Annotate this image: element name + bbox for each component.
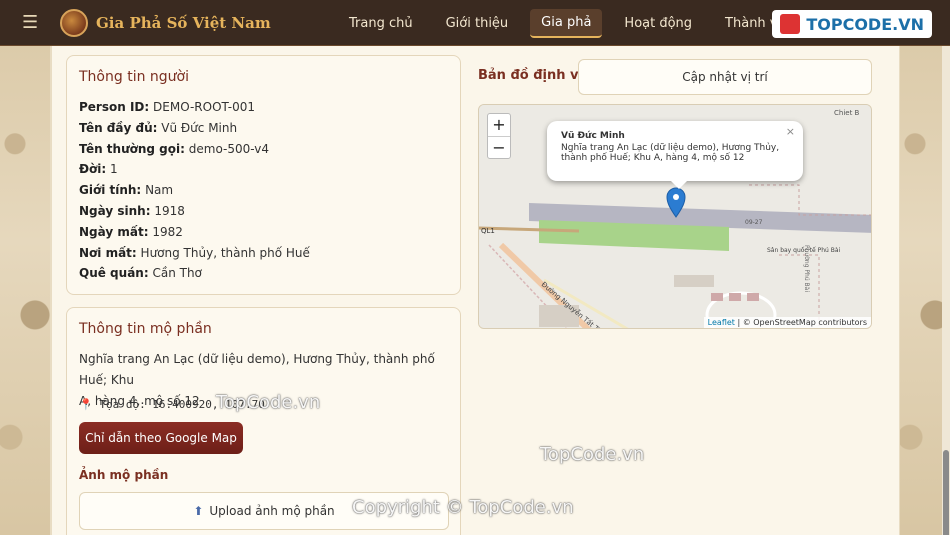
- person-info-card: Thông tin người Person ID: DEMO-ROOT-001…: [66, 55, 461, 295]
- label-corner: Chiet B: [834, 109, 860, 117]
- nav-family-tree[interactable]: Gia phả: [530, 8, 603, 38]
- person-info-list: Person ID: DEMO-ROOT-001 Tên đầy đủ: Vũ …: [79, 97, 310, 284]
- watermark-text-1: TopCode.vn: [216, 392, 321, 413]
- map-popup: × Vũ Đức Minh Nghĩa trang An Lạc (dữ liệ…: [547, 121, 803, 189]
- brand-title[interactable]: Gia Phả Số Việt Nam: [96, 14, 271, 32]
- watermark-logo-text: TOPCODE.VN: [806, 14, 924, 34]
- popup-close-icon[interactable]: ×: [786, 125, 795, 138]
- map-zoom-controls: + −: [487, 113, 511, 159]
- watermark-logo: TOPCODE.VN: [772, 10, 932, 38]
- update-location-button[interactable]: Cập nhật vị trí: [578, 59, 872, 95]
- person-info-title: Thông tin người: [79, 69, 189, 85]
- info-row-birth: Ngày sinh: 1918: [79, 203, 185, 218]
- grave-address-line1: Nghĩa trang An Lạc (dữ liệu demo), Hương…: [79, 352, 435, 387]
- page-scrollbar[interactable]: [942, 46, 950, 535]
- info-row-death-place: Nơi mất: Hương Thủy, thành phố Huế: [79, 245, 310, 260]
- decorative-pattern-left: [0, 46, 50, 535]
- hamburger-icon[interactable]: ☰: [22, 12, 50, 33]
- attribution-text: | © OpenStreetMap contributors: [734, 318, 867, 327]
- label-ql1: QL1: [481, 227, 495, 235]
- watermark-logo-icon: [780, 14, 801, 34]
- upload-icon: ⬆: [193, 504, 204, 518]
- info-row-gender: Giới tính: Nam: [79, 183, 174, 198]
- popup-line1: Nghĩa trang An Lạc (dữ liệu demo), Hương…: [561, 143, 780, 153]
- top-navigation-bar: ☰ Gia Phả Số Việt Nam Trang chủ Giới thi…: [0, 0, 950, 46]
- zoom-in-button[interactable]: +: [488, 114, 510, 136]
- label-street2: Phường Phú Bài: [803, 245, 810, 292]
- map-attribution: Leaflet | © OpenStreetMap contributors: [703, 317, 871, 328]
- info-row-nickname: Tên thường gọi: demo-500-v4: [79, 141, 269, 156]
- info-row-person-id: Person ID: DEMO-ROOT-001: [79, 100, 255, 114]
- zoom-out-button[interactable]: −: [488, 136, 510, 158]
- info-row-hometown: Quê quán: Cần Thơ: [79, 266, 202, 281]
- watermark-text-3: Copyright © TopCode.vn: [352, 497, 574, 518]
- leaflet-link[interactable]: Leaflet: [708, 318, 735, 327]
- info-row-death: Ngày mất: 1982: [79, 224, 183, 239]
- site-logo[interactable]: [60, 8, 88, 37]
- main-content: Thông tin người Person ID: DEMO-ROOT-001…: [52, 46, 899, 535]
- grave-photo-title: Ảnh mộ phần: [79, 468, 169, 482]
- info-row-full-name: Tên đầy đủ: Vũ Đức Minh: [79, 120, 238, 135]
- google-map-directions-button[interactable]: Chỉ dẫn theo Google Map: [79, 422, 243, 454]
- popup-name: Vũ Đức Minh: [561, 131, 625, 141]
- popup-line2: thành phố Huế; Khu A, hàng 4, mộ số 12: [561, 153, 745, 163]
- watermark-text-2: TopCode.vn: [540, 444, 645, 465]
- scrollbar-thumb[interactable]: [943, 450, 949, 535]
- nav-about[interactable]: Giới thiệu: [435, 10, 520, 37]
- upload-label: Upload ảnh mộ phần: [209, 504, 335, 518]
- map-section-title: Bản đồ định vị: [478, 68, 583, 83]
- nav-home[interactable]: Trang chủ: [338, 10, 424, 37]
- location-pin-icon: 📍: [79, 398, 93, 411]
- location-map[interactable]: QL1 09-27 Sân bay quốc tế Phú Bài Đường …: [478, 104, 872, 329]
- grave-info-title: Thông tin mộ phần: [79, 321, 212, 337]
- info-row-generation: Đời: 1: [79, 162, 118, 177]
- nav-activities[interactable]: Hoạt động: [613, 10, 703, 37]
- label-runway: 09-27: [745, 219, 763, 226]
